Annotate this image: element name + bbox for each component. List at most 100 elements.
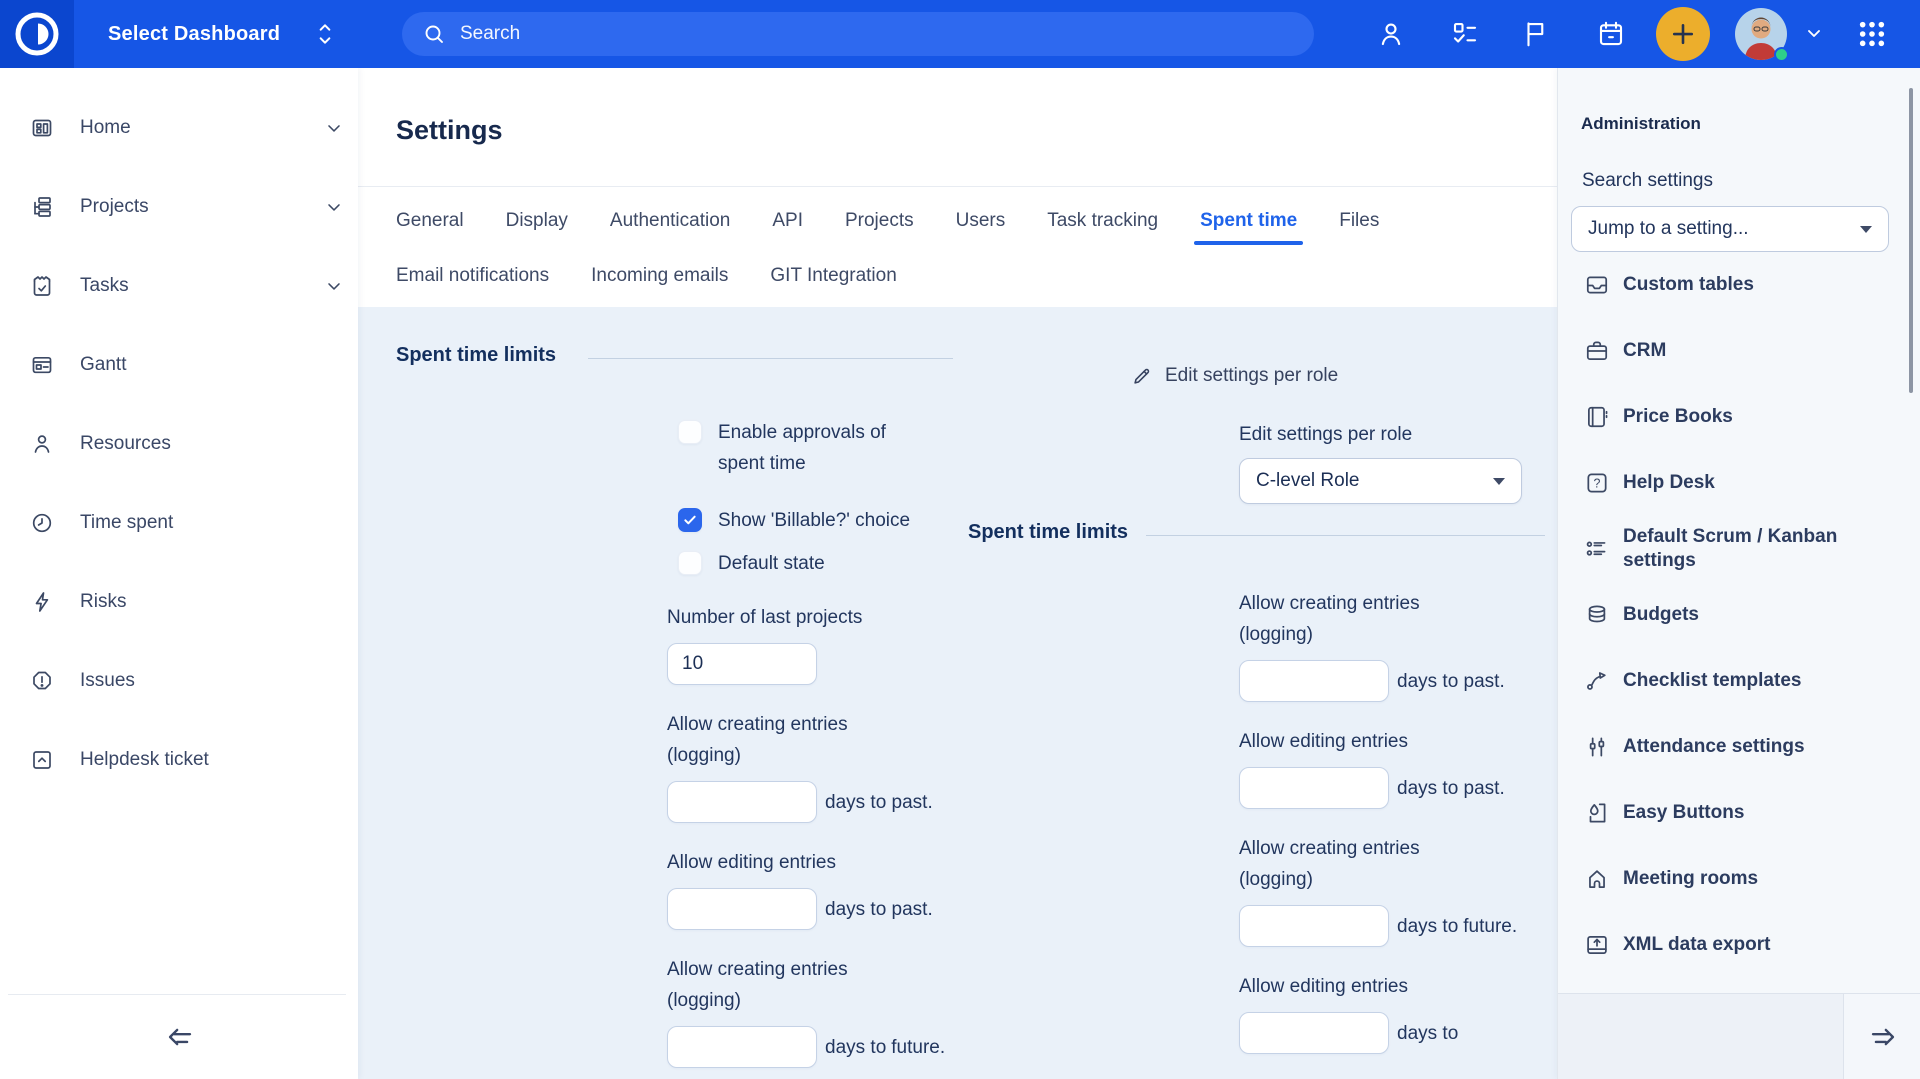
attendance-settings-icon [1584,734,1610,760]
panel-scrollbar[interactable] [1909,88,1913,393]
field-role-allow-editing-past: Allow editing entries days to past. [1239,726,1527,809]
tab-projects[interactable]: Projects [845,203,914,239]
sidebar-item-helpdesk-ticket[interactable]: Helpdesk ticket [0,721,358,799]
home-icon [30,116,54,140]
caret-down-icon [1860,226,1872,233]
field-label: Allow creating entries [667,954,955,985]
tab-spent-time[interactable]: Spent time [1200,203,1297,239]
tabs-row-2: Email notifications Incoming emails GIT … [396,258,897,294]
search-input[interactable] [460,23,1294,45]
tabs-row-1: General Display Authentication API Proje… [396,203,1379,239]
field-allow-editing-past: Allow editing entries days to past. [667,847,955,930]
role-allow-editing-days-future-input[interactable] [1239,1012,1389,1054]
tab-users[interactable]: Users [956,203,1006,239]
admin-item-easy-buttons[interactable]: Easy Buttons [1558,780,1920,846]
tab-files[interactable]: Files [1339,203,1379,239]
logo-icon [11,8,63,60]
admin-item-label: Easy Buttons [1623,801,1744,825]
tab-authentication[interactable]: Authentication [610,203,730,239]
admin-item-custom-tables[interactable]: Custom tables [1558,252,1920,318]
field-label: Allow creating entries [1239,588,1527,619]
admin-item-budgets[interactable]: Budgets [1558,582,1920,648]
tab-api[interactable]: API [772,203,803,239]
admin-item-scrum-kanban[interactable]: Default Scrum / Kanban settings [1558,516,1920,582]
pencil-icon [1131,365,1153,387]
checkbox-default-state[interactable]: Default state [678,548,825,579]
tasks-icon [30,274,54,298]
flag-icon[interactable] [1521,19,1551,49]
role-allow-creating-days-past-input[interactable] [1239,660,1389,702]
search-settings-label: Search settings [1582,170,1713,192]
role-select-label: Edit settings per role [1239,424,1412,446]
tab-general[interactable]: General [396,203,464,239]
admin-item-crm[interactable]: CRM [1558,318,1920,384]
calendar-icon[interactable] [1596,19,1626,49]
quick-add-button[interactable] [1656,7,1710,61]
xml-data-export-icon [1584,932,1610,958]
edit-settings-per-role-link[interactable]: Edit settings per role [1131,365,1338,387]
sidebar-item-label: Gantt [80,354,126,376]
page-title: Settings [396,115,503,146]
tasks-checklist-icon[interactable] [1450,19,1480,49]
jump-to-setting-select[interactable]: Jump to a setting... [1571,206,1889,252]
admin-item-help-desk[interactable]: ? Help Desk [1558,450,1920,516]
easy-buttons-icon [1584,800,1610,826]
panel-collapse-button[interactable] [1843,994,1920,1079]
sidebar-item-label: Home [80,117,131,139]
sidebar-item-label: Projects [80,196,149,218]
tab-task-tracking[interactable]: Task tracking [1047,203,1158,239]
tab-git-integration[interactable]: GIT Integration [770,258,896,294]
tab-incoming-emails[interactable]: Incoming emails [591,258,728,294]
role-allow-creating-days-future-input[interactable] [1239,905,1389,947]
sidebar-item-projects[interactable]: Projects [0,168,358,246]
sidebar-item-home[interactable]: Home [0,89,358,167]
admin-item-xml-data-export[interactable]: XML data export [1558,912,1920,978]
allow-creating-days-past-input[interactable] [667,781,817,823]
admin-item-checklist-templates[interactable]: Checklist templates [1558,648,1920,714]
sidebar-footer-divider [8,994,346,995]
role-select[interactable]: C-level Role [1239,458,1522,504]
sidebar-item-risks[interactable]: Risks [0,563,358,641]
app-logo[interactable] [0,0,74,68]
helpdesk-ticket-icon [30,748,54,772]
apps-grid-icon[interactable] [1856,18,1888,50]
field-label: Allow editing entries [1239,726,1527,757]
sidebar-item-time-spent[interactable]: Time spent [0,484,358,562]
settings-tabs: General Display Authentication API Proje… [358,187,1557,307]
number-of-last-projects-input[interactable] [667,643,817,685]
checkbox-enable-approvals[interactable]: Enable approvals ofspent time [678,417,886,479]
field-allow-creating-future: Allow creating entries (logging) days to… [667,954,955,1068]
user-avatar[interactable] [1735,8,1787,60]
sidebar-item-issues[interactable]: Issues [0,642,358,720]
admin-item-attendance-settings[interactable]: Attendance settings [1558,714,1920,780]
field-number-of-last-projects: Number of last projects [667,602,955,685]
checkbox-show-billable[interactable]: Show 'Billable?' choice [678,505,910,536]
role-allow-editing-days-past-input[interactable] [1239,767,1389,809]
admin-item-label: CRM [1623,339,1666,363]
chevron-down-icon [324,197,344,217]
admin-item-label: Custom tables [1623,273,1754,297]
sidebar-item-gantt[interactable]: Gantt [0,326,358,404]
sidebar-item-tasks[interactable]: Tasks [0,247,358,325]
admin-item-label: Attendance settings [1623,735,1805,759]
admin-item-price-books[interactable]: Price Books [1558,384,1920,450]
user-profile-icon[interactable] [1376,19,1406,49]
tab-email-notifications[interactable]: Email notifications [396,258,549,294]
gantt-icon [30,353,54,377]
crm-icon [1584,338,1610,364]
admin-item-meeting-rooms[interactable]: Meeting rooms [1558,846,1920,912]
allow-editing-days-past-input[interactable] [667,888,817,930]
avatar-chevron-down-icon[interactable] [1802,26,1826,42]
caret-down-icon [1493,478,1505,485]
allow-creating-days-future-input[interactable] [667,1026,817,1068]
dashboard-selector[interactable]: Select Dashboard [108,0,338,68]
sidebar-item-resources[interactable]: Resources [0,405,358,483]
svg-text:?: ? [1594,477,1601,491]
edit-settings-per-role-label: Edit settings per role [1165,365,1338,387]
price-books-icon [1584,404,1610,430]
administration-title: Administration [1581,114,1701,134]
sidebar-item-label: Tasks [80,275,129,297]
collapse-left-icon [163,1020,197,1054]
sidebar-collapse-button[interactable] [163,1020,197,1054]
tab-display[interactable]: Display [506,203,568,239]
